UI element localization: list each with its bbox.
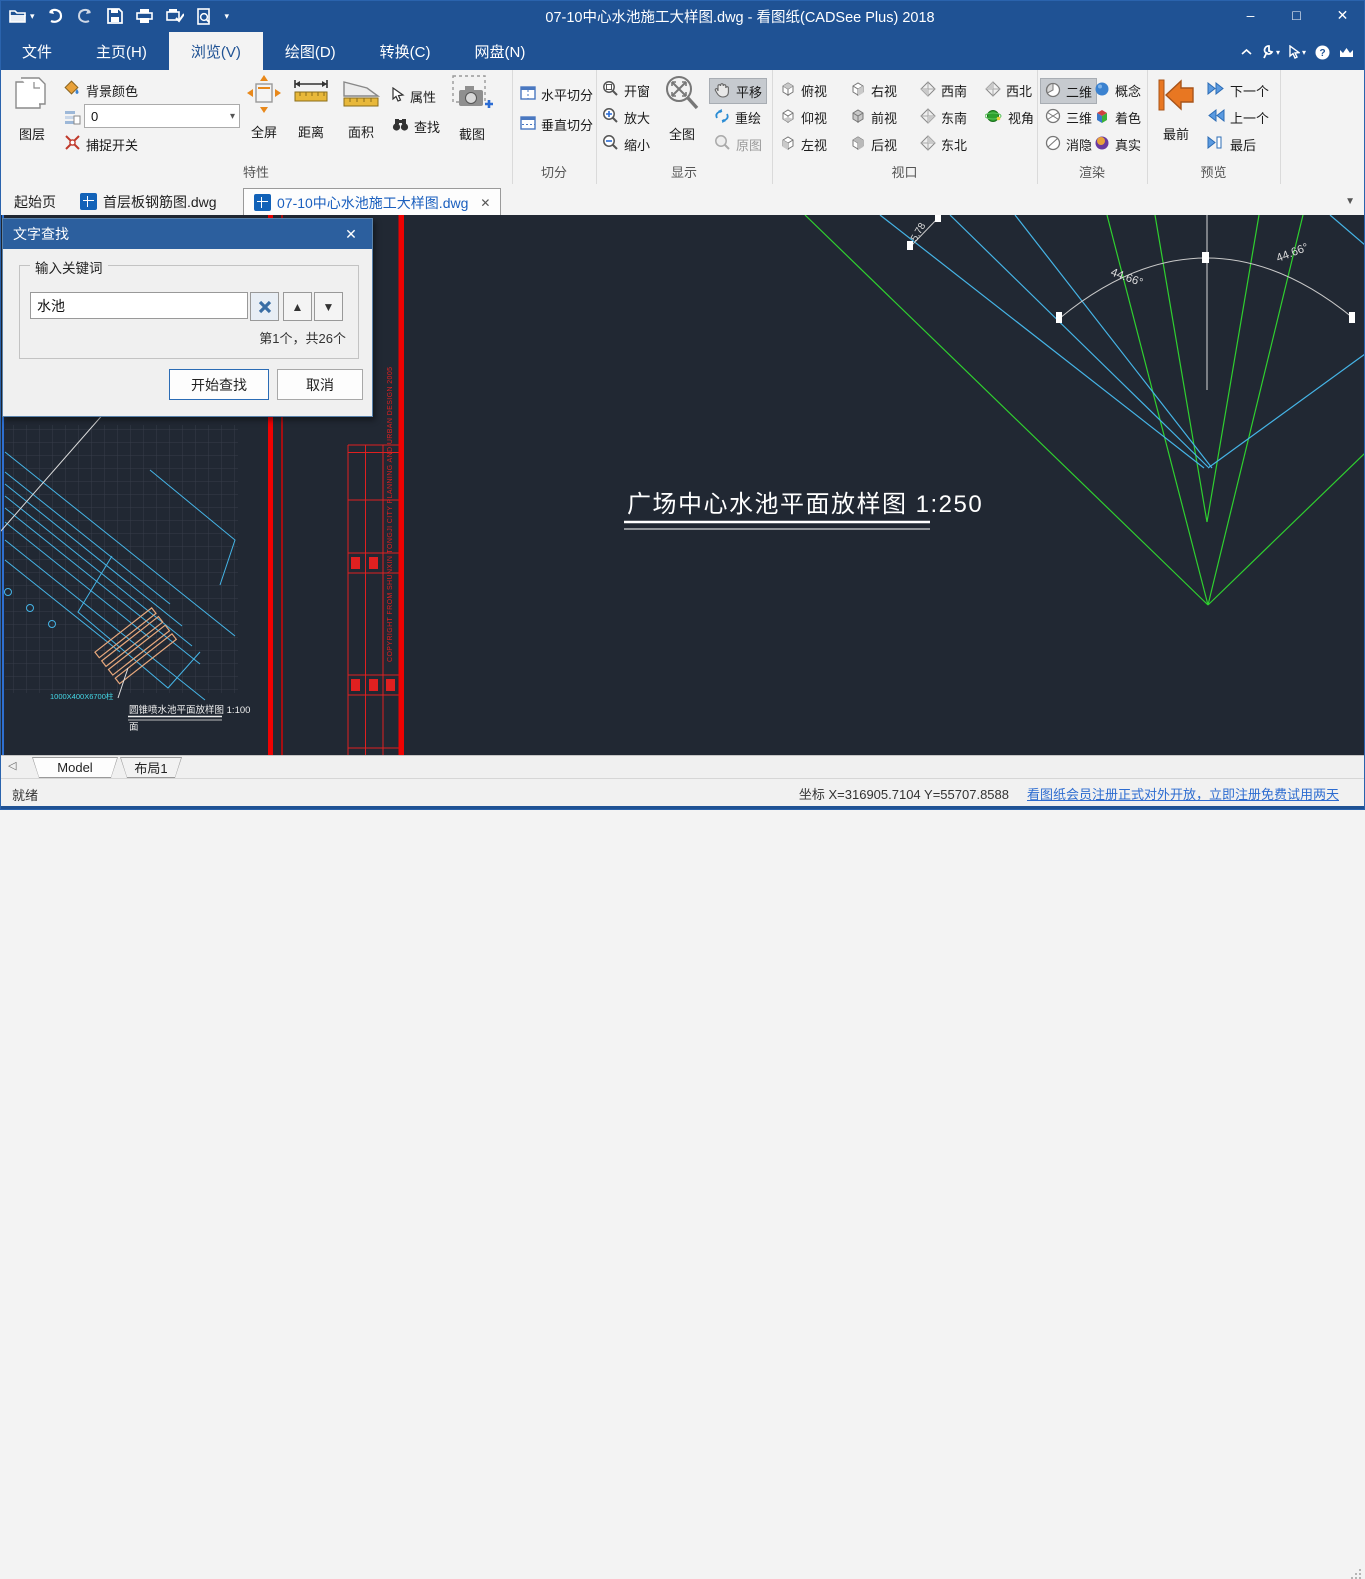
window-border bbox=[0, 0, 1365, 810]
resize-grip[interactable] bbox=[1349, 1567, 1361, 1579]
